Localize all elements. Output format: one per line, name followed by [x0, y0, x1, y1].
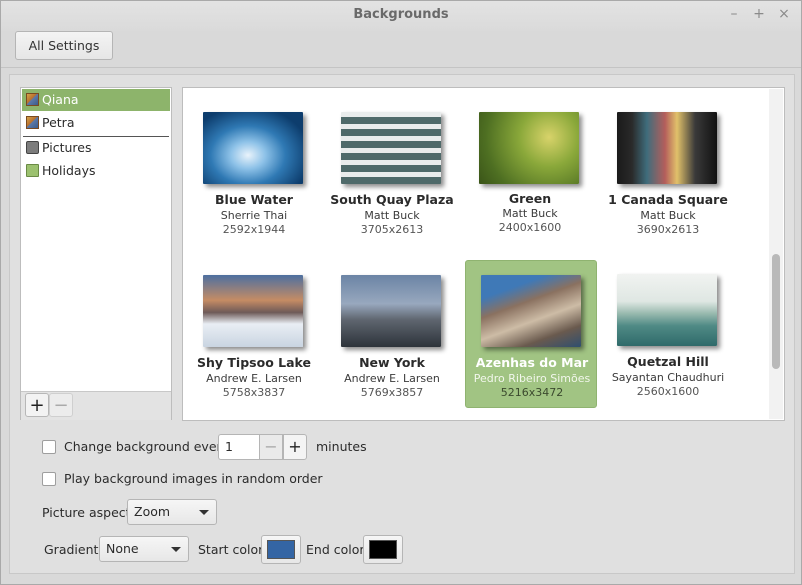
wallpaper-author: Andrew E. Larsen	[206, 372, 302, 385]
wallpaper-author: Pedro Ribeiro Simões	[473, 372, 591, 385]
camera-icon	[26, 141, 39, 154]
wallpaper-tile-shy-tipsoo-lake[interactable]: Shy Tipsoo Lake Andrew E. Larsen 5758x38…	[188, 261, 320, 409]
chevron-down-icon	[199, 510, 209, 515]
sidebar-item-pictures[interactable]: Pictures	[22, 137, 170, 159]
wallpaper-author: Matt Buck	[364, 209, 420, 222]
wallpaper-gallery: Blue Water Sherrie Thai 2592x1944 South …	[182, 87, 785, 421]
image-icon	[26, 116, 39, 129]
all-settings-button[interactable]: All Settings	[15, 31, 113, 60]
toolbar-divider	[1, 67, 801, 68]
add-folder-button[interactable]: +	[25, 393, 49, 417]
gradient-select[interactable]: None	[99, 536, 189, 562]
wallpaper-tile-1-canada-square[interactable]: 1 Canada Square Matt Buck 3690x2613	[602, 98, 734, 246]
wallpaper-author: Andrew E. Larsen	[344, 372, 440, 385]
wallpaper-resolution: 3690x2613	[636, 223, 700, 236]
sidebar-item-label: Holidays	[42, 163, 96, 178]
close-icon[interactable]: ×	[775, 5, 793, 23]
gallery-scrollbar-thumb[interactable]	[772, 254, 780, 369]
minutes-label: minutes	[316, 439, 367, 454]
collections-sidebar: Qiana Petra Pictures Holidays	[20, 87, 172, 420]
sidebar-item-label: Pictures	[42, 140, 92, 155]
wallpaper-thumbnail	[341, 112, 441, 184]
sidebar-item-label: Petra	[42, 115, 75, 130]
random-order-checkbox[interactable]	[42, 472, 56, 486]
wallpaper-tile-azenhas-do-mar[interactable]: Azenhas do Mar Pedro Ribeiro Simões 5216…	[465, 260, 597, 408]
sidebar-item-petra[interactable]: Petra	[22, 112, 170, 134]
wallpaper-thumbnail	[481, 275, 581, 347]
folder-icon	[26, 164, 39, 177]
wallpaper-name: Blue Water	[215, 192, 293, 207]
minimize-icon[interactable]: –	[725, 5, 743, 23]
start-color-swatch	[267, 540, 295, 559]
wallpaper-thumbnail	[617, 274, 717, 346]
wallpaper-thumbnail	[203, 112, 303, 184]
change-background-label: Change background every	[64, 439, 230, 454]
picture-aspect-select[interactable]: Zoom	[127, 499, 217, 525]
picture-aspect-value: Zoom	[134, 504, 171, 519]
wallpaper-author: Matt Buck	[640, 209, 696, 222]
gradient-value: None	[106, 541, 139, 556]
change-background-checkbox[interactable]	[42, 440, 56, 454]
start-color-button[interactable]	[261, 535, 301, 564]
wallpaper-resolution: 5769x3857	[360, 386, 424, 399]
end-color-swatch	[369, 540, 397, 559]
wallpaper-name: Azenhas do Mar	[475, 355, 589, 370]
interval-decrement-button[interactable]: −	[259, 434, 283, 460]
wallpaper-name: Green	[508, 191, 552, 206]
wallpaper-author: Matt Buck	[502, 207, 558, 220]
window-title: Backgrounds	[353, 7, 449, 22]
wallpaper-name: South Quay Plaza	[330, 192, 454, 207]
wallpaper-tile-green[interactable]: Green Matt Buck 2400x1600	[464, 98, 596, 246]
start-color-label: Start color	[198, 542, 264, 557]
sidebar-item-holidays[interactable]: Holidays	[22, 160, 170, 182]
sidebar-item-qiana[interactable]: Qiana	[22, 89, 170, 111]
interval-increment-button[interactable]: +	[283, 434, 307, 460]
wallpaper-author: Sherrie Thai	[220, 209, 288, 222]
wallpaper-name: 1 Canada Square	[608, 192, 728, 207]
wallpaper-thumbnail	[479, 112, 579, 184]
wallpaper-resolution: 5216x3472	[500, 386, 564, 399]
wallpaper-tile-south-quay-plaza[interactable]: South Quay Plaza Matt Buck 3705x2613	[326, 98, 458, 246]
wallpaper-thumbnail	[203, 275, 303, 347]
wallpaper-tile-quetzal-hill[interactable]: Quetzal Hill Sayantan Chaudhuri 2560x160…	[602, 260, 734, 408]
wallpaper-name: Quetzal Hill	[627, 354, 709, 369]
sidebar-item-label: Qiana	[42, 92, 79, 107]
maximize-icon[interactable]: +	[750, 5, 768, 23]
wallpaper-name: New York	[359, 355, 425, 370]
wallpaper-name: Shy Tipsoo Lake	[197, 355, 311, 370]
wallpaper-resolution: 5758x3837	[222, 386, 286, 399]
wallpaper-resolution: 2592x1944	[222, 223, 286, 236]
wallpaper-resolution: 3705x2613	[360, 223, 424, 236]
end-color-label: End color	[306, 542, 365, 557]
interval-input[interactable]: 1	[218, 434, 260, 460]
wallpaper-resolution: 2400x1600	[498, 221, 562, 234]
titlebar[interactable]: Backgrounds – + ×	[1, 1, 801, 31]
backgrounds-window: Backgrounds – + × All Settings Qiana Pet…	[0, 0, 802, 585]
wallpaper-tile-blue-water[interactable]: Blue Water Sherrie Thai 2592x1944	[188, 98, 320, 246]
picture-aspect-label: Picture aspect	[42, 505, 131, 520]
random-order-label: Play background images in random order	[64, 471, 323, 486]
end-color-button[interactable]	[363, 535, 403, 564]
remove-folder-button[interactable]: −	[49, 393, 73, 417]
wallpaper-resolution: 2560x1600	[636, 385, 700, 398]
image-icon	[26, 93, 39, 106]
wallpaper-thumbnail	[617, 112, 717, 184]
wallpaper-author: Sayantan Chaudhuri	[611, 371, 725, 384]
gradient-label: Gradient	[44, 542, 99, 557]
chevron-down-icon	[171, 547, 181, 552]
wallpaper-thumbnail	[341, 275, 441, 347]
wallpaper-tile-new-york[interactable]: New York Andrew E. Larsen 5769x3857	[326, 261, 458, 409]
